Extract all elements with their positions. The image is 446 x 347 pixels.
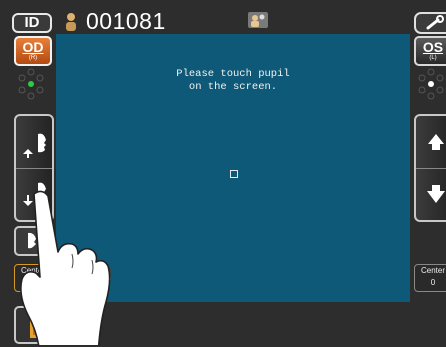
arrow-up-icon — [428, 134, 444, 150]
eye-os-button[interactable]: OS (L) — [414, 36, 446, 66]
eye-sub-label: (R) — [28, 55, 38, 61]
center-value: 0 — [430, 278, 436, 287]
wrench-icon — [426, 15, 444, 30]
arrow-down-icon — [427, 185, 445, 203]
touch-prompt: Please touch pupil on the screen. — [176, 68, 290, 93]
right-move-panel — [414, 114, 446, 222]
move-up-button[interactable] — [16, 116, 52, 169]
id-button[interactable]: ID — [12, 13, 52, 33]
center-label: Center — [420, 266, 445, 275]
right-center-display: Center 0 — [414, 264, 446, 292]
eye-od-button[interactable]: OD (R) — [14, 36, 52, 66]
hand-pointer-icon — [20, 190, 112, 345]
person-icon — [66, 13, 76, 31]
alignment-indicator — [418, 68, 444, 100]
patient-mode-icon — [248, 12, 268, 28]
eye-label: OD — [22, 39, 44, 55]
eye-label: OS — [422, 39, 444, 55]
move-down-button[interactable] — [416, 169, 446, 221]
face-profile-icon — [23, 133, 46, 158]
settings-button[interactable] — [414, 12, 446, 34]
patient-id: 001081 — [86, 8, 166, 34]
alignment-indicator — [18, 68, 44, 100]
pupil-target-marker — [230, 170, 238, 178]
move-up-button[interactable] — [416, 116, 446, 169]
eye-sub-label: (L) — [429, 55, 437, 61]
